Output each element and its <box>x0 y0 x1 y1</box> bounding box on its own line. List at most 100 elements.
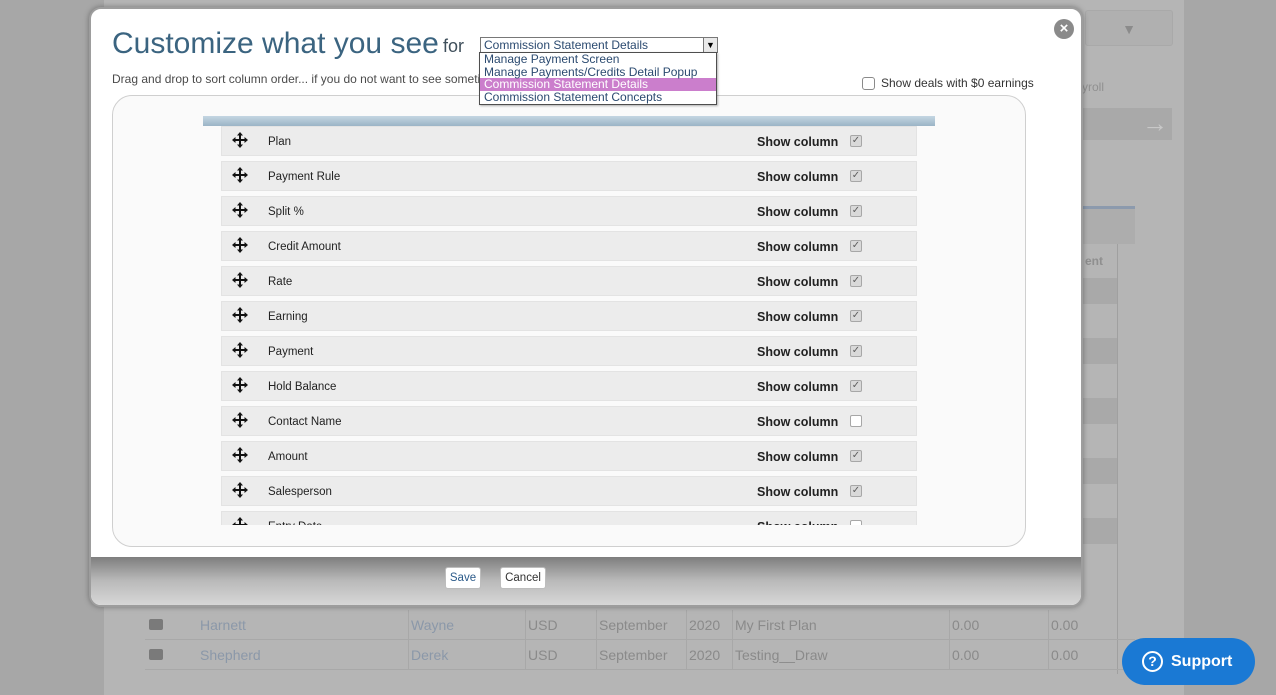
save-button[interactable]: Save <box>445 567 481 589</box>
dropdown-option[interactable]: Manage Payment Screen <box>480 53 716 66</box>
row-currency: USD <box>528 647 558 663</box>
view-dropdown-list[interactable]: Manage Payment Screen Manage Payments/Cre… <box>479 52 717 105</box>
column-row[interactable]: Payment Show column ✓ <box>221 336 917 366</box>
chevron-down-icon[interactable]: ▼ <box>703 38 717 52</box>
move-icon[interactable] <box>231 166 249 184</box>
column-row[interactable]: Amount Show column ✓ <box>221 441 917 471</box>
row-value: 0.00 <box>952 647 980 663</box>
close-icon[interactable]: × <box>1054 19 1074 39</box>
column-name: Hold Balance <box>268 381 337 393</box>
column-name: Payment Rule <box>268 171 341 183</box>
show-column-checkbox[interactable]: ✓ <box>850 345 862 357</box>
background-stripe <box>1082 458 1118 484</box>
move-icon[interactable] <box>231 481 249 499</box>
move-icon[interactable] <box>231 411 249 429</box>
column-name: Entry Date <box>268 521 322 525</box>
support-button[interactable]: ? Support <box>1122 638 1255 685</box>
move-icon[interactable] <box>231 516 249 525</box>
row-month: September <box>599 617 668 633</box>
show-column-checkbox[interactable]: ✓ <box>850 275 862 287</box>
show-column-checkbox[interactable]: ✓ <box>850 240 862 252</box>
show-column-label: Show column <box>757 205 839 219</box>
move-icon[interactable] <box>231 236 249 254</box>
dropdown-option[interactable]: Commission Statement Details <box>480 78 716 91</box>
column-row[interactable]: Entry Date Show column <box>221 511 917 525</box>
drag-hint: Drag and drop to sort column order... if… <box>112 72 481 86</box>
show-column-label: Show column <box>757 170 839 184</box>
column-row[interactable]: Contact Name Show column <box>221 406 917 436</box>
background-tab: yroll <box>1082 80 1105 94</box>
show-column-label: Show column <box>757 450 839 464</box>
row-value: 0.00 <box>1051 647 1079 663</box>
column-row[interactable]: Earning Show column ✓ <box>221 301 917 331</box>
show-column-checkbox[interactable]: ✓ <box>850 450 862 462</box>
dropdown-option[interactable]: Commission Statement Concepts <box>480 91 716 104</box>
background-stripe <box>1082 518 1118 544</box>
column-row[interactable]: Split % Show column ✓ <box>221 196 917 226</box>
column-name: Salesperson <box>268 486 332 498</box>
row-value: 0.00 <box>1051 617 1079 633</box>
show-column-checkbox[interactable] <box>850 520 862 525</box>
zero-earnings-checkbox[interactable] <box>862 77 875 90</box>
row-year: 2020 <box>689 647 721 663</box>
show-column-label: Show column <box>757 415 839 429</box>
column-list[interactable]: Plan Show column ✓ Payment Rule Show column ✓… <box>221 126 917 525</box>
background-stripe <box>1082 338 1118 364</box>
column-name: Earning <box>268 311 308 323</box>
row-last-name: Shepherd <box>200 647 261 663</box>
comment-icon <box>149 619 163 630</box>
show-column-checkbox[interactable]: ✓ <box>850 380 862 392</box>
cancel-button[interactable]: Cancel <box>500 567 546 589</box>
show-column-label: Show column <box>757 275 839 289</box>
row-plan: My First Plan <box>735 617 817 633</box>
show-column-label: Show column <box>757 310 839 324</box>
row-first-name: Derek <box>411 647 449 663</box>
support-label: Support <box>1171 653 1233 670</box>
show-column-checkbox[interactable]: ✓ <box>850 485 862 497</box>
column-name: Amount <box>268 451 308 463</box>
column-row[interactable]: Hold Balance Show column ✓ <box>221 371 917 401</box>
row-plan: Testing__Draw <box>735 647 828 663</box>
column-name: Rate <box>268 276 293 288</box>
row-first-name: Wayne <box>411 617 455 633</box>
move-icon[interactable] <box>231 341 249 359</box>
zero-earnings-label: Show deals with $0 earnings <box>881 76 1034 90</box>
row-value: 0.00 <box>952 617 980 633</box>
view-select-value: Commission Statement Details <box>484 38 649 52</box>
column-list-header-bar <box>203 116 935 126</box>
table-row: Harnett Wayne USD September 2020 My Firs… <box>145 610 1135 640</box>
column-row[interactable]: Credit Amount Show column ✓ <box>221 231 917 261</box>
show-column-checkbox[interactable]: ✓ <box>850 170 862 182</box>
show-column-checkbox[interactable]: ✓ <box>850 205 862 217</box>
column-row[interactable]: Rate Show column ✓ <box>221 266 917 296</box>
row-currency: USD <box>528 617 558 633</box>
chevron-down-icon: ▼ <box>1122 21 1136 37</box>
background-stripe <box>1082 278 1118 304</box>
show-column-checkbox[interactable] <box>850 415 862 427</box>
zero-earnings-toggle[interactable]: Show deals with $0 earnings <box>862 76 1034 90</box>
column-name: Split % <box>268 206 304 218</box>
column-name: Payment <box>268 346 314 358</box>
move-icon[interactable] <box>231 376 249 394</box>
show-column-checkbox[interactable]: ✓ <box>850 310 862 322</box>
background-select: ▼ <box>1085 10 1173 46</box>
column-row[interactable]: Payment Rule Show column ✓ <box>221 161 917 191</box>
move-icon[interactable] <box>231 131 249 149</box>
show-column-label: Show column <box>757 135 839 149</box>
column-row[interactable]: Salesperson Show column ✓ <box>221 476 917 506</box>
for-label: for <box>443 36 465 56</box>
view-select[interactable]: Commission Statement Details ▼ <box>480 37 718 53</box>
move-icon[interactable] <box>231 306 249 324</box>
row-last-name: Harnett <box>200 617 246 633</box>
table-row: Shepherd Derek USD September 2020 Testin… <box>145 640 1135 670</box>
help-icon: ? <box>1142 651 1163 672</box>
background-column-fragment: ent <box>1085 254 1103 268</box>
move-icon[interactable] <box>231 271 249 289</box>
column-name: Contact Name <box>268 416 342 428</box>
show-column-checkbox[interactable]: ✓ <box>850 135 862 147</box>
move-icon[interactable] <box>231 201 249 219</box>
show-column-label: Show column <box>757 520 838 525</box>
column-row[interactable]: Plan Show column ✓ <box>221 126 917 156</box>
column-name: Credit Amount <box>268 241 341 253</box>
move-icon[interactable] <box>231 446 249 464</box>
